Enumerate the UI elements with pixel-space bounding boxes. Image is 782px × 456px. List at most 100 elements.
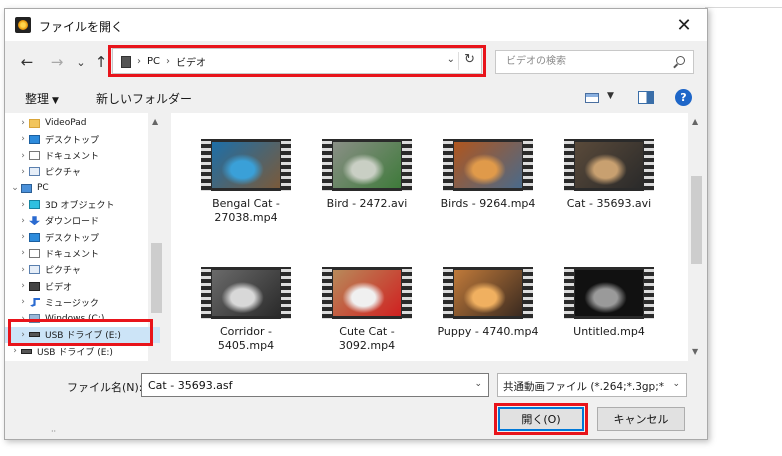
preview-pane-icon[interactable] [638,91,654,104]
tree-item[interactable]: › ダウンロード [5,213,160,229]
expand-chevron-icon[interactable]: › [17,297,29,307]
tree-item[interactable]: › ピクチャ [5,164,160,180]
open-button[interactable]: 開く(O) [498,407,584,431]
file-item[interactable]: Cat - 35693.avi [554,139,664,211]
tree-item-label: ピクチャ [45,168,81,179]
breadcrumb-separator: › [166,56,171,67]
tree-item[interactable]: › VideoPad [5,115,160,131]
recent-locations-chevron-icon[interactable]: ⌄ [71,52,91,72]
pc-icon [21,183,32,193]
down-icon [29,216,40,226]
filename-combobox[interactable]: ⌄ [141,373,489,397]
expand-chevron-icon[interactable]: ⌄ [9,183,21,193]
expand-chevron-icon[interactable]: › [17,314,29,324]
tree-item-label: デスクトップ [45,233,100,244]
file-name: Bengal Cat - 27038.mp4 [212,197,280,224]
expand-chevron-icon[interactable]: › [9,346,21,356]
tree-item[interactable]: › デスクトップ [5,229,160,245]
expand-chevron-icon[interactable]: › [17,232,29,242]
tree-item-label: デスクトップ [45,135,100,146]
video-icon [29,281,40,291]
file-item[interactable]: Corridor - 5405.mp4 [191,267,301,353]
file-list-scrollbar[interactable]: ▲ ▼ [688,113,705,361]
pic-icon [29,265,40,275]
expand-chevron-icon[interactable]: › [17,118,29,128]
file-item[interactable]: Bengal Cat - 27038.mp4 [191,139,301,225]
window-title: ファイルを開く [39,20,124,34]
tree-item-label: VideoPad [45,118,87,128]
view-options-caret-icon[interactable]: ▼ [607,91,614,101]
search-box[interactable] [495,50,694,74]
address-dropdown-icon[interactable]: ⌄ [447,54,455,65]
title-bar: ファイルを開く ✕ [5,9,707,41]
scrollbar-thumb[interactable] [691,176,702,264]
address-bar[interactable]: › PC › ビデオ ⌄ ↻ [112,48,482,74]
tree-item-label: USB ドライブ (E:) [45,331,121,342]
file-name: Cute Cat - 3092.mp4 [338,325,396,352]
expand-chevron-icon[interactable]: › [17,330,29,340]
tree-item[interactable]: ⌄ PC [5,180,152,196]
tree-item[interactable]: › ミュージック [5,294,160,310]
search-input[interactable] [504,55,668,68]
file-item[interactable]: Puppy - 4740.mp4 [433,267,543,339]
desktop-icon [29,232,40,242]
expand-chevron-icon[interactable]: › [17,167,29,177]
tree-item[interactable]: › ドキュメント [5,148,160,164]
forward-arrow-icon[interactable]: → [47,52,67,72]
search-icon[interactable] [676,56,685,65]
bottom-panel: ファイル名(N): ⌄ 共通動画ファイル (*.264;*.3gp;*.a ⌄ … [5,365,707,439]
address-divider [458,52,459,70]
back-arrow-icon[interactable]: ← [17,52,37,72]
tree-item[interactable]: › ドキュメント [5,245,160,261]
file-item[interactable]: Bird - 2472.avi [312,139,422,211]
organize-button[interactable]: 整理 ▼ [25,90,59,107]
navigation-bar: ← → ⌄ ↑ › PC › ビデオ ⌄ ↻ [5,45,707,79]
thumbnail-frame [212,270,280,316]
change-view-icon[interactable] [585,93,599,103]
open-file-dialog: ファイルを開く ✕ ← → ⌄ ↑ › PC › ビデオ ⌄ ↻ 整理▼ [4,8,708,440]
expand-chevron-icon[interactable]: › [17,200,29,210]
tree-item-label: 3D オブジェクト [45,201,115,211]
file-item[interactable]: Birds - 9264.mp4 [433,139,543,211]
expand-chevron-icon[interactable]: › [17,151,29,161]
scroll-down-icon[interactable]: ▼ [692,347,698,356]
help-icon[interactable]: ? [675,89,692,106]
tree-item[interactable]: › ピクチャ [5,262,160,278]
expand-chevron-icon[interactable]: › [17,216,29,226]
tree-item[interactable]: › Windows (C:) [5,311,160,327]
file-list[interactable]: Bengal Cat - 27038.mp4 Bird - 2472.avi Bir… [171,113,688,361]
scroll-up-icon[interactable]: ▲ [692,117,698,126]
cancel-button[interactable]: キャンセル [597,407,685,431]
tree-item[interactable]: › 3D オブジェクト [5,197,160,213]
refresh-icon[interactable]: ↻ [464,52,475,67]
up-arrow-icon[interactable]: ↑ [91,52,111,72]
video-thumbnail [201,267,291,319]
filetype-select[interactable]: 共通動画ファイル (*.264;*.3gp;*.a ⌄ [497,373,687,397]
file-item[interactable]: Untitled.mp4 [554,267,664,339]
video-thumbnail [443,267,533,319]
expand-chevron-icon[interactable]: › [17,281,29,291]
thumbnail-frame [333,142,401,188]
file-item[interactable]: Cute Cat - 3092.mp4 [312,267,422,353]
filename-dropdown-icon[interactable]: ⌄ [474,379,482,389]
tree-item[interactable]: › USB ドライブ (E:) [5,326,160,343]
video-thumbnail [443,139,533,191]
close-button[interactable]: ✕ [661,9,707,41]
tree-item[interactable]: › ビデオ [5,278,160,294]
filetype-dropdown-icon[interactable]: ⌄ [672,379,680,389]
expand-chevron-icon[interactable]: › [17,248,29,258]
file-name: Bird - 2472.avi [326,197,408,210]
video-thumbnail [322,139,412,191]
expand-chevron-icon[interactable]: › [17,134,29,144]
thumbnail-frame [454,142,522,188]
new-folder-button[interactable]: 新しいフォルダー [96,90,192,107]
tree-item[interactable]: › USB ドライブ (E:) [5,343,152,359]
music-icon [30,297,40,307]
navigation-pane[interactable]: ▲ › VideoPad › デスクトップ › ドキュメント › ピクチャ ⌄ PC › 3D オブジ… [5,113,165,361]
expand-chevron-icon[interactable]: › [17,265,29,275]
tree-item[interactable]: › デスクトップ [5,131,160,147]
breadcrumb-pc[interactable]: PC [147,56,160,67]
filename-input[interactable] [146,378,460,393]
resize-grip-icon[interactable]: ·· [51,427,56,436]
breadcrumb-videos[interactable]: ビデオ [176,54,206,69]
